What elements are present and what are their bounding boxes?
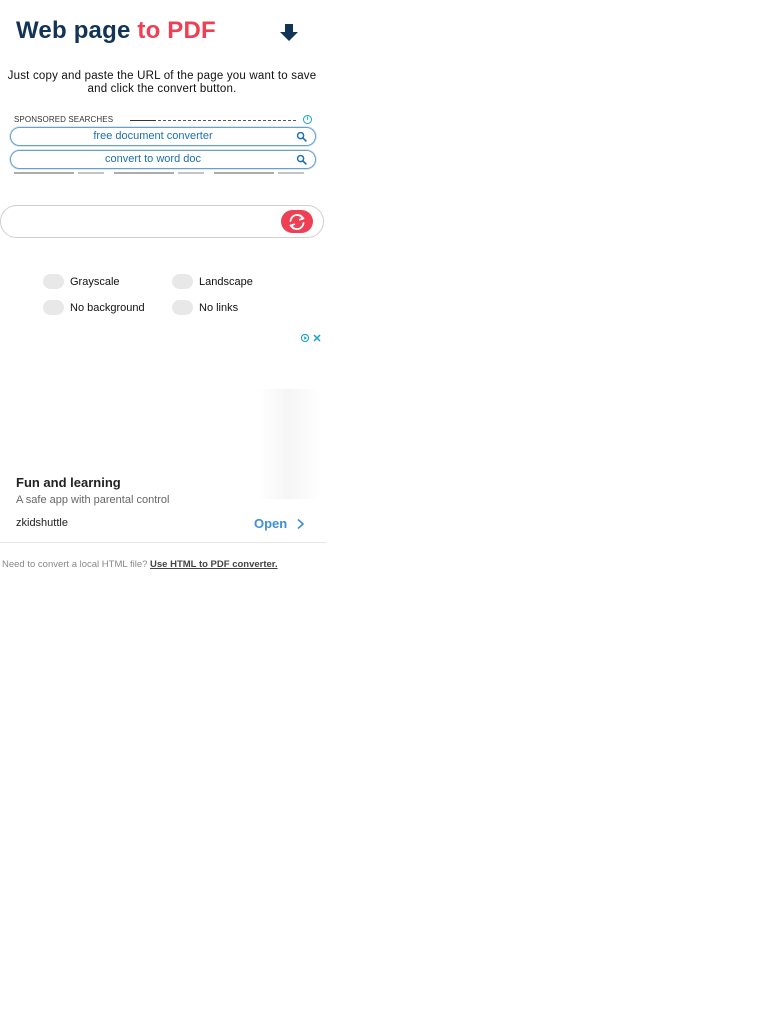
- sponsored-label: SPONSORED SEARCHES: [14, 115, 114, 124]
- sponsored-search-convert-to-word-doc[interactable]: convert to word doc: [10, 150, 316, 169]
- ad-open-button[interactable]: Open: [254, 516, 287, 531]
- ad-advertiser: zkidshuttle: [16, 517, 68, 529]
- divider-solid: [130, 119, 156, 121]
- title-part-web-page: Web page: [16, 17, 131, 44]
- html-to-pdf-link[interactable]: Use HTML to PDF converter.: [150, 559, 278, 570]
- grayscale-label: Grayscale: [70, 276, 120, 288]
- divider-dashed: [158, 119, 296, 121]
- convert-button[interactable]: [281, 210, 313, 233]
- sponsored-search-free-document-converter[interactable]: free document converter: [10, 127, 316, 146]
- landscape-label: Landscape: [199, 276, 253, 288]
- no-background-label: No background: [70, 302, 145, 314]
- page-title: Web page to PDF: [16, 17, 298, 45]
- chevron-right-icon: [297, 518, 305, 530]
- url-input[interactable]: [15, 212, 275, 232]
- footer-note: Need to convert a local HTML file? Use H…: [2, 559, 278, 570]
- footer-question: Need to convert a local HTML file?: [2, 559, 148, 570]
- info-icon[interactable]: i: [303, 115, 312, 124]
- landscape-toggle[interactable]: [172, 274, 193, 289]
- clipped-ad-row: [14, 172, 310, 174]
- sponsored-searches-header: SPONSORED SEARCHES i: [10, 114, 316, 126]
- no-links-label: No links: [199, 302, 239, 314]
- grayscale-toggle[interactable]: [43, 274, 64, 289]
- search-icon: [296, 131, 307, 142]
- convert-refresh-icon: [289, 213, 305, 230]
- advertisement[interactable]: Fun and learning A safe app with parenta…: [0, 331, 326, 543]
- instructions-text: Just copy and paste the URL of the page …: [7, 70, 317, 95]
- arrow-down-icon: [280, 24, 298, 41]
- sponsored-search-label: free document converter: [93, 130, 213, 142]
- search-icon: [296, 154, 307, 165]
- sponsored-search-label: convert to word doc: [105, 153, 201, 165]
- url-input-container: [0, 205, 324, 238]
- title-part-to-pdf: to PDF: [137, 17, 216, 44]
- ad-headline[interactable]: Fun and learning: [16, 475, 121, 490]
- no-links-toggle[interactable]: [172, 300, 193, 315]
- no-background-toggle[interactable]: [43, 300, 64, 315]
- ad-description: A safe app with parental control: [16, 494, 170, 506]
- ad-image: [258, 389, 320, 499]
- ad-choices-icon[interactable]: [300, 333, 322, 343]
- ad-divider: [0, 542, 326, 543]
